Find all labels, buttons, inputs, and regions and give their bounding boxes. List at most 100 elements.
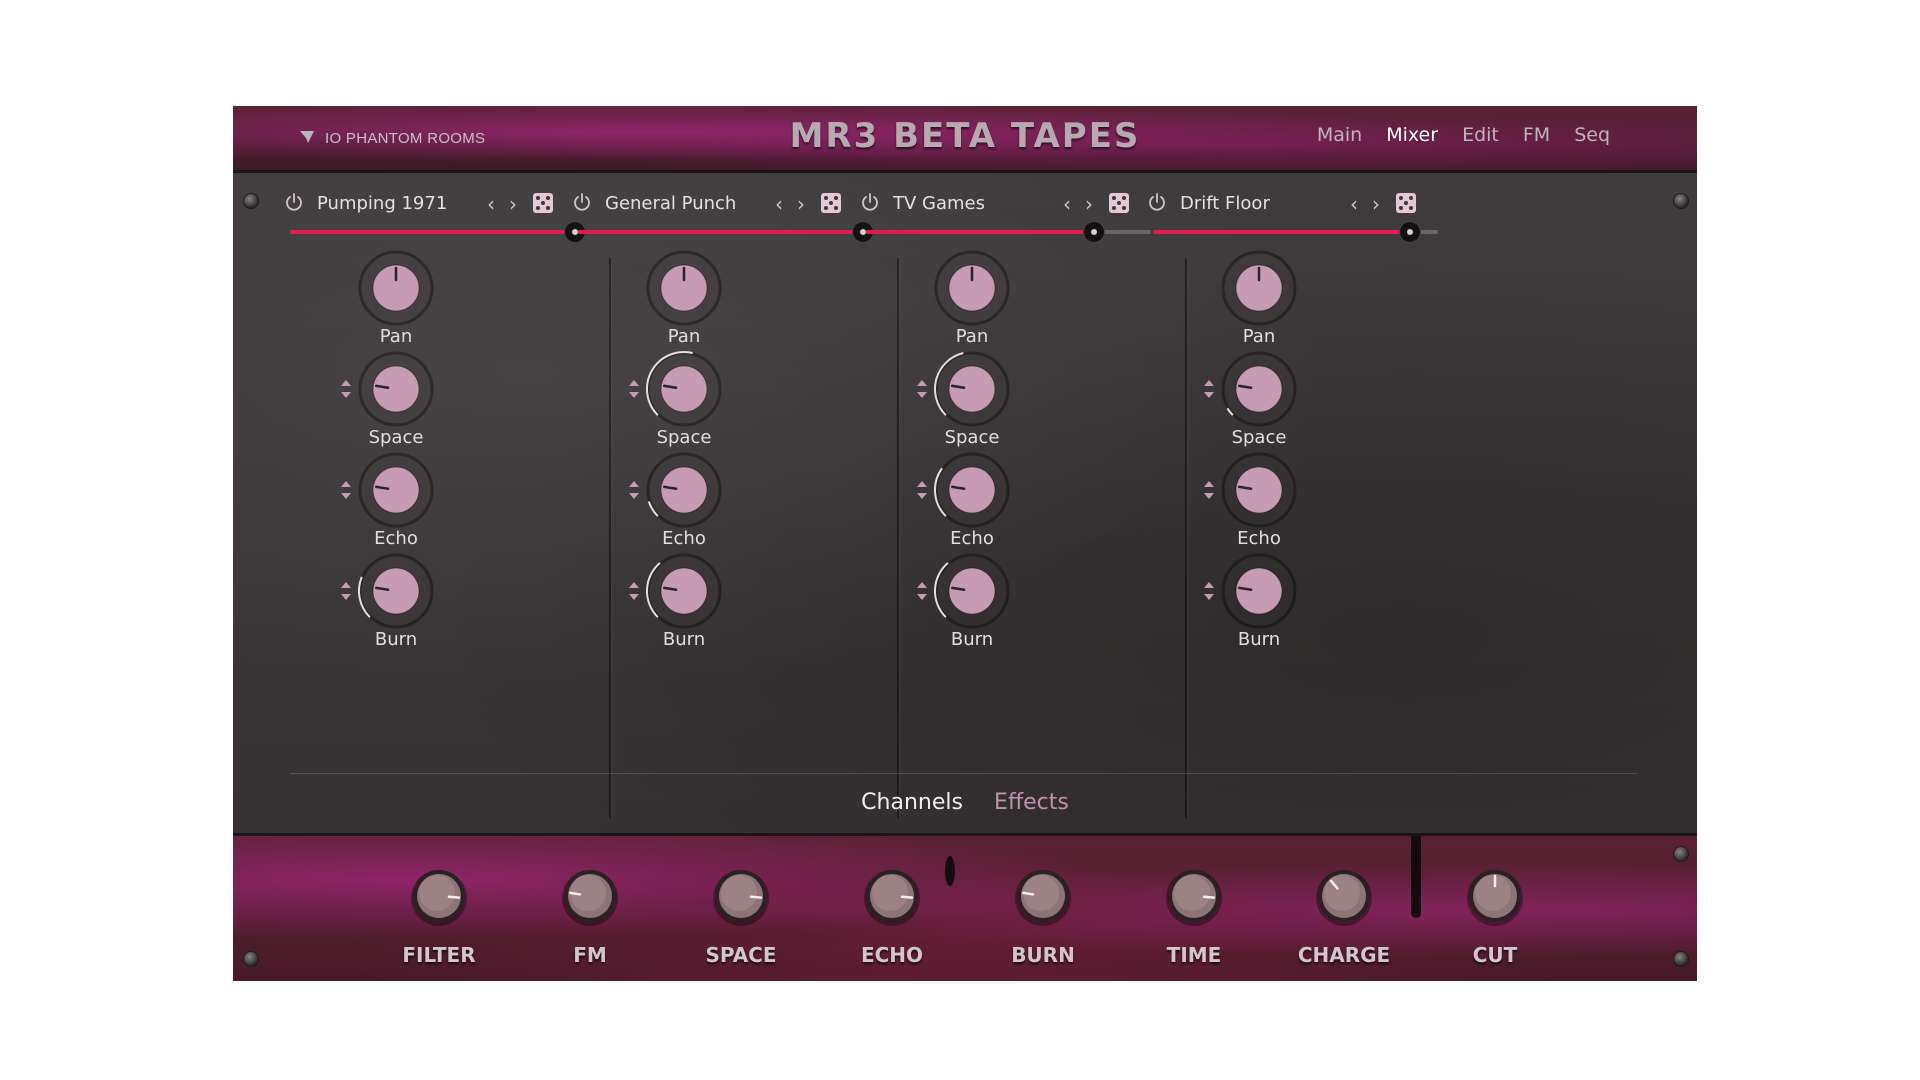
power-icon[interactable]	[1146, 191, 1168, 213]
space-knob-label: Space	[944, 427, 1000, 448]
burn-knob[interactable]	[356, 551, 436, 631]
volume-fader-fill	[866, 230, 1094, 234]
fx-cut-label: CUT	[1472, 943, 1518, 967]
fx-charge-knob[interactable]	[1314, 866, 1374, 926]
fx-burn-knob[interactable]	[1013, 866, 1073, 926]
randomize-dice-icon[interactable]	[821, 193, 841, 213]
nav-seq[interactable]: Seq	[1574, 124, 1610, 146]
prev-preset-icon[interactable]: ‹	[487, 192, 495, 216]
echo-knob[interactable]	[1219, 450, 1299, 530]
fx-charge-label: CHARGE	[1297, 943, 1391, 967]
channel-name: Drift Floor	[1180, 193, 1270, 214]
send-order-arrows-icon[interactable]	[628, 479, 640, 501]
tab-effects[interactable]: Effects	[994, 790, 1069, 815]
fx-space-label: SPACE	[705, 943, 777, 967]
next-preset-icon[interactable]: ›	[797, 192, 805, 216]
randomize-dice-icon[interactable]	[1396, 193, 1416, 213]
fx-filter-knob[interactable]	[409, 866, 469, 926]
echo-knob-label: Echo	[950, 528, 994, 549]
nav-mixer[interactable]: Mixer	[1386, 124, 1438, 146]
volume-fader[interactable]	[578, 222, 873, 242]
echo-knob[interactable]	[356, 450, 436, 530]
burn-knob[interactable]	[932, 551, 1012, 631]
power-icon[interactable]	[283, 191, 305, 213]
volume-fader-handle[interactable]	[1399, 222, 1420, 242]
channel-name: TV Games	[893, 193, 985, 214]
burn-knob-label: Burn	[950, 629, 994, 650]
send-order-arrows-icon[interactable]	[1203, 378, 1215, 400]
header-bar: IO PHANTOM ROOMS MR3 BETA TAPES Main Mix…	[233, 106, 1697, 173]
volume-fader[interactable]	[866, 222, 1151, 242]
burn-knob[interactable]	[644, 551, 724, 631]
send-order-arrows-icon[interactable]	[1203, 580, 1215, 602]
power-icon[interactable]	[571, 191, 593, 213]
next-preset-icon[interactable]: ›	[1085, 192, 1093, 216]
fx-cut-knob[interactable]	[1465, 866, 1525, 926]
echo-knob[interactable]	[932, 450, 1012, 530]
volume-fader[interactable]	[290, 222, 585, 242]
nav-edit[interactable]: Edit	[1462, 124, 1499, 146]
next-preset-icon[interactable]: ›	[1372, 192, 1380, 216]
fx-filter-label: FILTER	[402, 943, 476, 967]
fx-echo-knob[interactable]	[862, 866, 922, 926]
space-knob[interactable]	[1219, 349, 1299, 429]
pan-knob[interactable]	[932, 248, 1012, 328]
screw	[243, 951, 259, 967]
fx-echo-label: ECHO	[860, 943, 924, 967]
space-knob-label: Space	[368, 427, 424, 448]
send-order-arrows-icon[interactable]	[916, 378, 928, 400]
volume-fader-fill	[290, 230, 575, 234]
volume-fader[interactable]	[1153, 222, 1438, 242]
volume-fader-fill	[578, 230, 863, 234]
channel-divider	[1185, 258, 1187, 818]
screw	[243, 193, 259, 209]
power-icon[interactable]	[859, 191, 881, 213]
screw	[1673, 951, 1689, 967]
send-order-arrows-icon[interactable]	[916, 580, 928, 602]
echo-knob[interactable]	[644, 450, 724, 530]
pan-knob-label: Pan	[379, 326, 413, 347]
pan-knob[interactable]	[356, 248, 436, 328]
pan-knob[interactable]	[644, 248, 724, 328]
send-order-arrows-icon[interactable]	[628, 580, 640, 602]
channel-divider	[609, 258, 611, 818]
burn-knob[interactable]	[1219, 551, 1299, 631]
send-order-arrows-icon[interactable]	[1203, 479, 1215, 501]
send-order-arrows-icon[interactable]	[916, 479, 928, 501]
prev-preset-icon[interactable]: ‹	[1063, 192, 1071, 216]
fx-time-knob[interactable]	[1164, 866, 1224, 926]
send-order-arrows-icon[interactable]	[340, 580, 352, 602]
volume-fader-handle[interactable]	[1084, 222, 1104, 242]
burn-knob-label: Burn	[1237, 629, 1281, 650]
prev-preset-icon[interactable]: ‹	[775, 192, 783, 216]
send-order-arrows-icon[interactable]	[340, 378, 352, 400]
channel-strip-drift-floor: Drift Floor ‹ › Pan Space Echo Burn	[1146, 173, 1501, 773]
fx-time-label: TIME	[1166, 943, 1222, 967]
send-order-arrows-icon[interactable]	[340, 479, 352, 501]
paint-drip	[945, 856, 955, 886]
randomize-dice-icon[interactable]	[1109, 193, 1129, 213]
space-knob[interactable]	[932, 349, 1012, 429]
pan-knob-label: Pan	[667, 326, 701, 347]
fx-fm-label: FM	[573, 943, 607, 967]
fx-space-knob[interactable]	[711, 866, 771, 926]
effects-bar: FILTER FM SPACE ECHO BURN TIME CHARGE CUT	[233, 833, 1697, 981]
fx-fm-knob[interactable]	[560, 866, 620, 926]
prev-preset-icon[interactable]: ‹	[1350, 192, 1358, 216]
screw	[1673, 846, 1689, 862]
randomize-dice-icon[interactable]	[533, 193, 553, 213]
tab-channels[interactable]: Channels	[861, 790, 963, 815]
echo-knob-label: Echo	[662, 528, 706, 549]
fx-burn-label: BURN	[1011, 943, 1075, 967]
pan-knob[interactable]	[1219, 248, 1299, 328]
space-knob[interactable]	[644, 349, 724, 429]
next-preset-icon[interactable]: ›	[509, 192, 517, 216]
view-tabs: Channels Effects	[233, 790, 1697, 815]
nav-fm[interactable]: FM	[1523, 124, 1550, 146]
channel-divider	[897, 258, 899, 818]
nav-main[interactable]: Main	[1317, 124, 1362, 146]
send-order-arrows-icon[interactable]	[628, 378, 640, 400]
echo-knob-label: Echo	[1237, 528, 1281, 549]
burn-knob-label: Burn	[374, 629, 418, 650]
space-knob[interactable]	[356, 349, 436, 429]
